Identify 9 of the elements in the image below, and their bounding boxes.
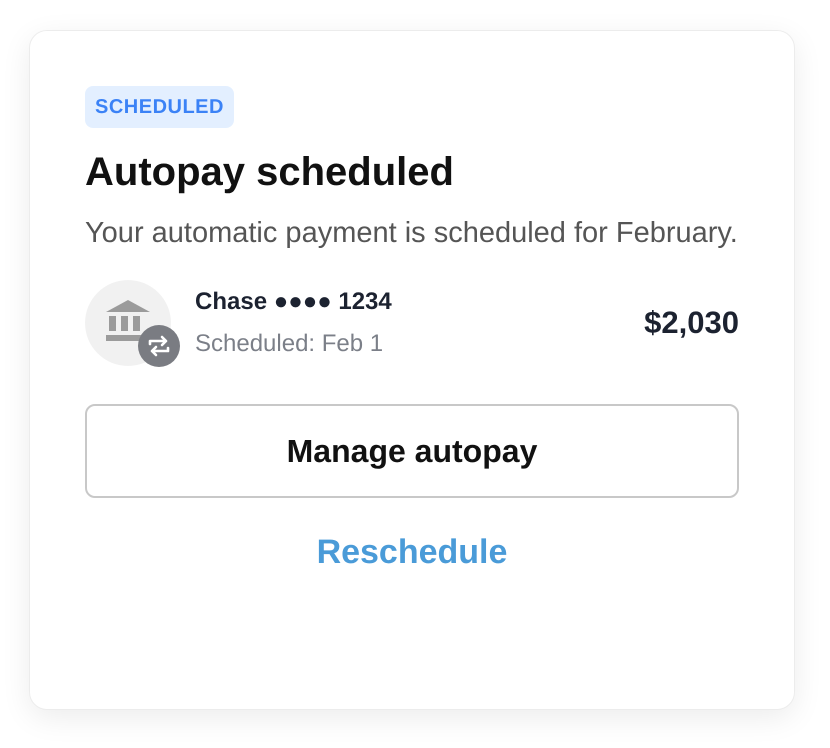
status-badge: SCHEDULED xyxy=(85,86,234,128)
schedule-date: Scheduled: Feb 1 xyxy=(195,329,384,360)
card-title: Autopay scheduled xyxy=(85,149,455,196)
repeat-icon xyxy=(138,325,180,368)
account-name: Chase ●●●● 1234 xyxy=(195,287,393,318)
manage-button[interactable]: Manage autopay xyxy=(85,404,739,498)
payment-amount: $2,030 xyxy=(644,304,739,342)
description: Your automatic payment is scheduled for February. xyxy=(85,216,739,251)
bank-icon xyxy=(106,300,150,342)
